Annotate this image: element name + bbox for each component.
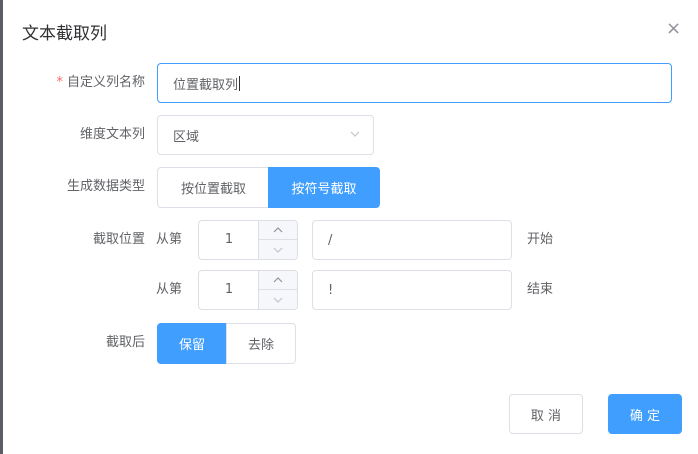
decrement-button[interactable] bbox=[258, 240, 297, 259]
after-option-remove[interactable]: 去除 bbox=[226, 323, 296, 364]
confirm-button[interactable]: 确 定 bbox=[608, 394, 682, 434]
chevron-down-icon bbox=[273, 297, 283, 303]
custom-name-input[interactable]: 位置截取列 bbox=[157, 63, 672, 103]
dimension-label: 维度文本列 bbox=[79, 127, 145, 142]
start-number-value[interactable]: 1 bbox=[199, 221, 259, 259]
increment-button[interactable] bbox=[258, 271, 297, 290]
chevron-down-icon bbox=[350, 131, 360, 137]
required-mark: * bbox=[56, 75, 63, 90]
mode-option-symbol[interactable]: 按符号截取 bbox=[268, 167, 380, 208]
end-number-stepper[interactable]: 1 bbox=[198, 270, 298, 310]
end-prefix: 从第 bbox=[156, 282, 183, 297]
decrement-button[interactable] bbox=[258, 290, 297, 309]
chevron-down-icon bbox=[273, 247, 283, 253]
end-number-value[interactable]: 1 bbox=[199, 271, 259, 309]
mode-label: 生成数据类型 bbox=[66, 179, 145, 194]
dimension-select[interactable]: 区域 bbox=[157, 115, 374, 155]
start-symbol-input[interactable]: / bbox=[312, 220, 512, 260]
position-label: 截取位置 bbox=[92, 232, 145, 247]
start-number-stepper[interactable]: 1 bbox=[198, 220, 298, 260]
dialog-title: 文本截取列 bbox=[22, 24, 107, 44]
window-edge bbox=[0, 0, 3, 454]
cancel-button[interactable]: 取 消 bbox=[509, 394, 583, 434]
text-caret bbox=[239, 75, 241, 91]
custom-name-value: 位置截取列 bbox=[173, 77, 239, 93]
dimension-value: 区域 bbox=[173, 129, 200, 145]
after-option-keep[interactable]: 保留 bbox=[157, 323, 227, 364]
end-suffix: 结束 bbox=[527, 282, 554, 297]
chevron-up-icon bbox=[273, 277, 283, 283]
custom-name-label-text: 自定义列名称 bbox=[66, 75, 145, 90]
start-symbol-value: / bbox=[328, 232, 333, 248]
end-symbol-value: ! bbox=[328, 282, 334, 298]
start-suffix: 开始 bbox=[527, 232, 554, 247]
increment-button[interactable] bbox=[258, 221, 297, 240]
after-label: 截取后 bbox=[105, 335, 145, 350]
custom-name-label: * 自定义列名称 bbox=[0, 75, 145, 91]
start-prefix: 从第 bbox=[156, 232, 183, 247]
mode-option-position[interactable]: 按位置截取 bbox=[157, 167, 269, 208]
end-symbol-input[interactable]: ! bbox=[312, 270, 512, 310]
chevron-up-icon bbox=[273, 227, 283, 233]
close-icon[interactable]: × bbox=[666, 20, 681, 38]
